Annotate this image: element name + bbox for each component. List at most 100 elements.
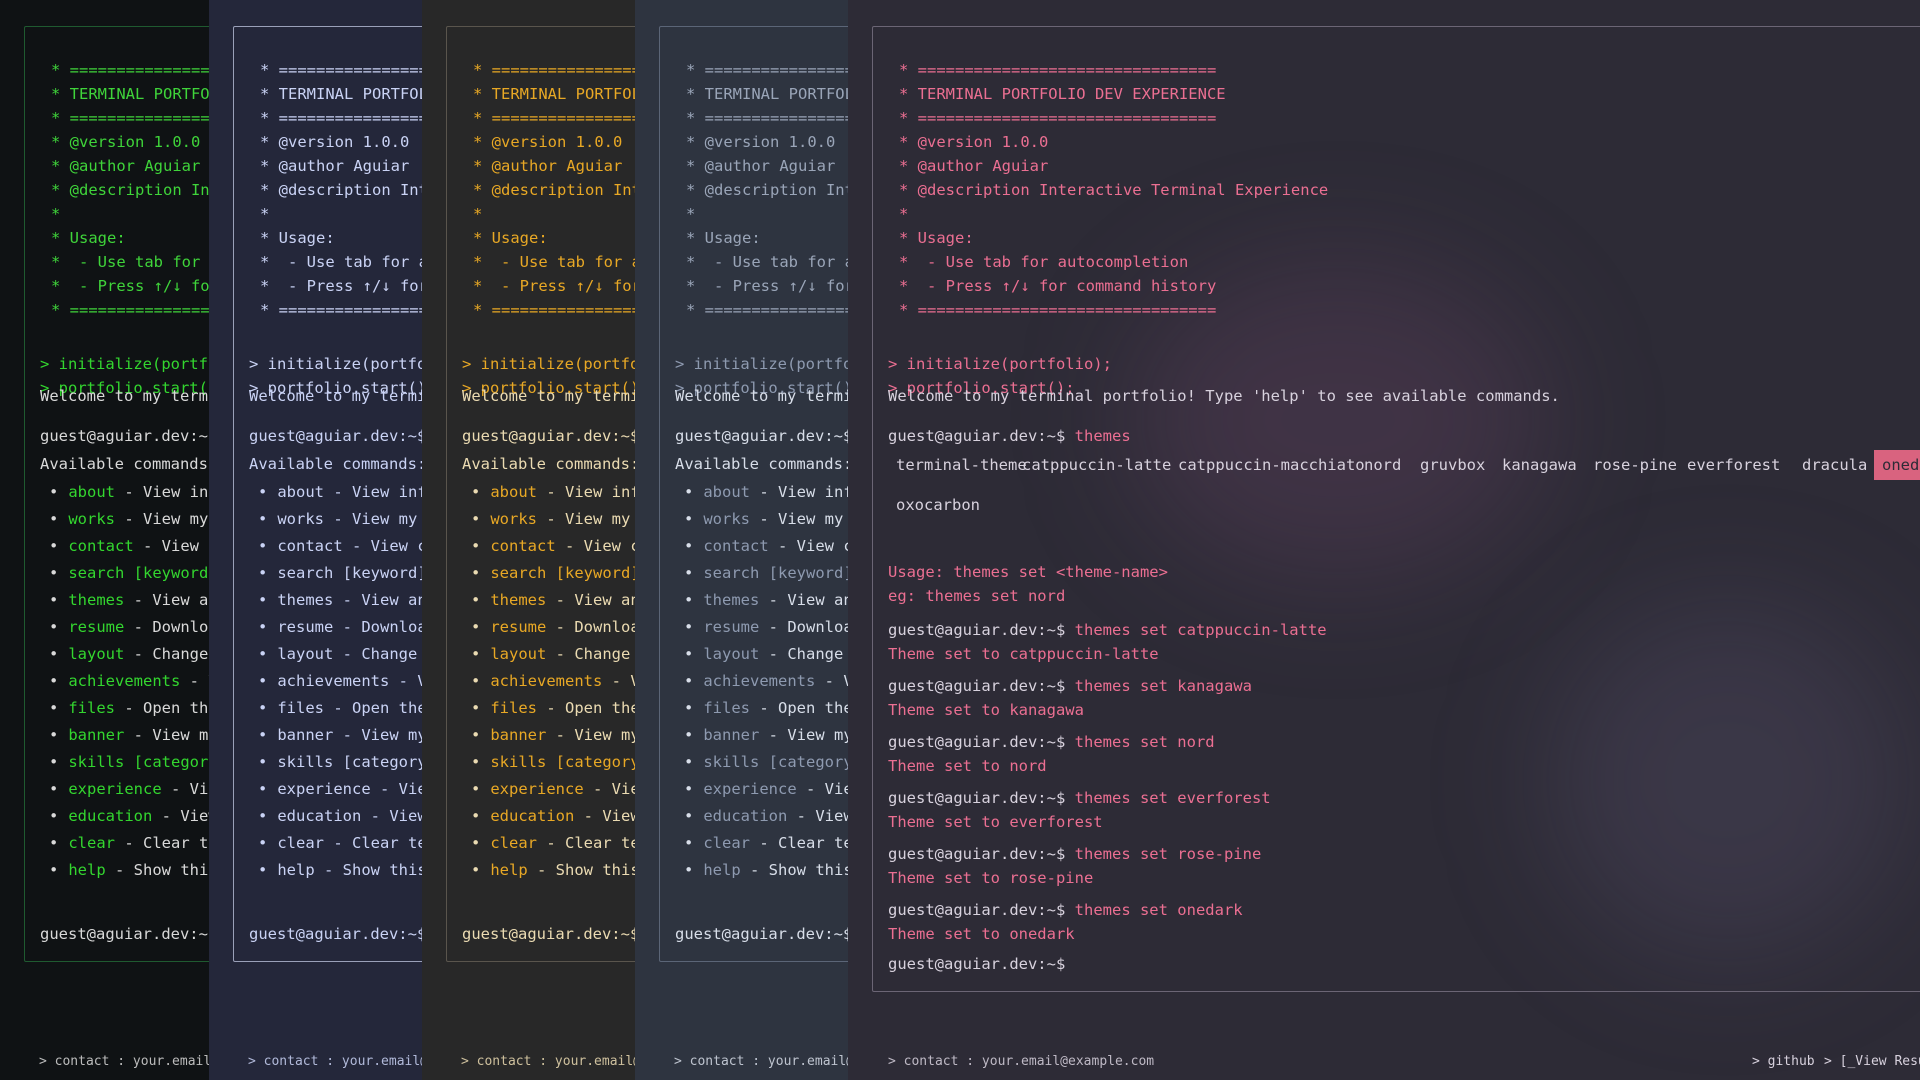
terminal-window[interactable]: * ================================ * TERM… (872, 26, 1920, 992)
terminal-window[interactable]: * ================================ * TERM… (233, 26, 422, 962)
command-list-item[interactable]: •skills [category] - View skills (471, 753, 635, 771)
command-list-item[interactable]: •skills [category] - View skills (684, 753, 848, 771)
command-list-item[interactable]: • help - Show this help (49, 861, 209, 879)
command-list-item[interactable]: • education - View education (49, 807, 209, 825)
command-name[interactable]: layout (490, 645, 546, 663)
command-list-item[interactable]: • clear - Clear terminal (684, 834, 848, 852)
command-list-item[interactable]: • files - Open the files (471, 699, 635, 717)
command-list-item[interactable]: • clear - Clear terminal (258, 834, 422, 852)
command-name[interactable]: search [keyword] (277, 564, 422, 582)
command-list-item[interactable]: • about - View information about me (258, 483, 422, 501)
footer-contact-link[interactable]: > contact : your.email@example.com (248, 1054, 422, 1069)
command-name[interactable]: layout (277, 645, 333, 663)
active-prompt[interactable]: guest@aguiar.dev:~$ (462, 925, 635, 943)
footer-contact-link[interactable]: > contact : your.email@example.com (888, 1054, 1154, 1069)
command-name[interactable]: experience (277, 780, 370, 798)
command-list-item[interactable]: • about - View information about me (49, 483, 209, 501)
command-name[interactable]: works (703, 510, 750, 528)
command-list-item[interactable]: • help - Show this help (471, 861, 635, 879)
command-name[interactable]: banner (277, 726, 333, 744)
footer-resume-link[interactable]: > [_View Resume] (1824, 1054, 1920, 1069)
active-prompt[interactable]: guest@aguiar.dev:~$ (249, 925, 422, 943)
command-list-item[interactable]: • achievements - View achievements (258, 672, 422, 690)
active-prompt[interactable]: guest@aguiar.dev:~$ (675, 925, 848, 943)
command-name[interactable]: resume (703, 618, 759, 636)
theme-option[interactable]: catppuccin-macchiato (1178, 456, 1365, 474)
command-list-item[interactable]: • achievements - View achievements (684, 672, 848, 690)
theme-option[interactable]: everforest (1687, 456, 1780, 474)
command-list-item[interactable]: • achievements - View achievements (49, 672, 209, 690)
command-name[interactable]: works (277, 510, 324, 528)
theme-option-active[interactable]: onedark (1874, 450, 1920, 480)
command-name[interactable]: help (490, 861, 527, 879)
command-name[interactable]: achievements (68, 672, 180, 690)
command-name[interactable]: works (490, 510, 537, 528)
footer-contact-link[interactable]: > contact : your.email@example.com (461, 1054, 635, 1069)
command-name[interactable]: skills [category] (703, 753, 848, 771)
command-name[interactable]: contact (490, 537, 555, 555)
command-name[interactable]: banner (490, 726, 546, 744)
command-list-item[interactable]: • contact - View contact information (471, 537, 635, 555)
command-list-item[interactable]: • experience - View my experience (49, 780, 209, 798)
command-name[interactable]: skills [category] (68, 753, 209, 771)
command-name[interactable]: education (68, 807, 152, 825)
command-list-item[interactable]: • banner - View my banner (49, 726, 209, 744)
command-name[interactable]: achievements (277, 672, 389, 690)
command-list-item[interactable]: • works - View my portfolio works (684, 510, 848, 528)
command-list-item[interactable]: •search [keyword] - Search (49, 564, 209, 582)
command-list-item[interactable]: • banner - View my banner (471, 726, 635, 744)
command-list-item[interactable]: • clear - Clear terminal (49, 834, 209, 852)
command-list-item[interactable]: • themes - View and change themes (49, 591, 209, 609)
command-list-item[interactable]: • experience - View my experience (471, 780, 635, 798)
command-name[interactable]: files (68, 699, 115, 717)
command-list-item[interactable]: • files - Open the files (258, 699, 422, 717)
command-list-item[interactable]: • resume - Download my resume (684, 618, 848, 636)
command-name[interactable]: experience (490, 780, 583, 798)
command-name[interactable]: experience (703, 780, 796, 798)
command-name[interactable]: achievements (490, 672, 602, 690)
command-name[interactable]: education (490, 807, 574, 825)
footer-contact-link[interactable]: > contact : your.email@example.com (39, 1054, 209, 1069)
active-prompt[interactable]: guest@aguiar.dev:~$ (888, 955, 1065, 973)
command-list-item[interactable]: • resume - Download my resume (258, 618, 422, 636)
command-name[interactable]: files (490, 699, 537, 717)
command-name[interactable]: help (703, 861, 740, 879)
command-list-item[interactable]: • files - Open the files (684, 699, 848, 717)
command-name[interactable]: about (490, 483, 537, 501)
theme-option[interactable]: oxocarbon (896, 496, 980, 514)
command-list-item[interactable]: • layout - Change terminal layout (471, 645, 635, 663)
command-list-item[interactable]: • about - View information about me (471, 483, 635, 501)
command-list-item[interactable]: •search [keyword] - Search (258, 564, 422, 582)
footer-contact-link[interactable]: > contact : your.email@example.com (674, 1054, 848, 1069)
command-name[interactable]: banner (703, 726, 759, 744)
command-list-item[interactable]: • achievements - View achievements (471, 672, 635, 690)
command-list-item[interactable]: • banner - View my banner (684, 726, 848, 744)
command-name[interactable]: help (68, 861, 105, 879)
command-name[interactable]: files (703, 699, 750, 717)
command-list-item[interactable]: • resume - Download my resume (49, 618, 209, 636)
command-list-item[interactable]: • help - Show this help (258, 861, 422, 879)
command-list-item[interactable]: • layout - Change terminal layout (684, 645, 848, 663)
command-list-item[interactable]: • banner - View my banner (258, 726, 422, 744)
command-name[interactable]: education (277, 807, 361, 825)
command-name[interactable]: skills [category] (277, 753, 422, 771)
command-name[interactable]: help (277, 861, 314, 879)
command-name[interactable]: files (277, 699, 324, 717)
command-list-item[interactable]: • experience - View my experience (258, 780, 422, 798)
command-name[interactable]: clear (703, 834, 750, 852)
command-name[interactable]: banner (68, 726, 124, 744)
command-list-item[interactable]: • experience - View my experience (684, 780, 848, 798)
command-list-item[interactable]: • education - View education (684, 807, 848, 825)
theme-option[interactable]: rose-pine (1593, 456, 1677, 474)
terminal-window[interactable]: * ================================ * TERM… (24, 26, 209, 962)
command-list-item[interactable]: •search [keyword] - Search (471, 564, 635, 582)
command-list-item[interactable]: • works - View my portfolio works (258, 510, 422, 528)
command-name[interactable]: education (703, 807, 787, 825)
command-name[interactable]: contact (703, 537, 768, 555)
command-name[interactable]: search [keyword] (703, 564, 848, 582)
footer-github-link[interactable]: > github (1752, 1054, 1815, 1069)
command-list-item[interactable]: •skills [category] - View skills (49, 753, 209, 771)
command-name[interactable]: about (703, 483, 750, 501)
command-name[interactable]: contact (277, 537, 342, 555)
command-list-item[interactable]: • themes - View and change themes (684, 591, 848, 609)
